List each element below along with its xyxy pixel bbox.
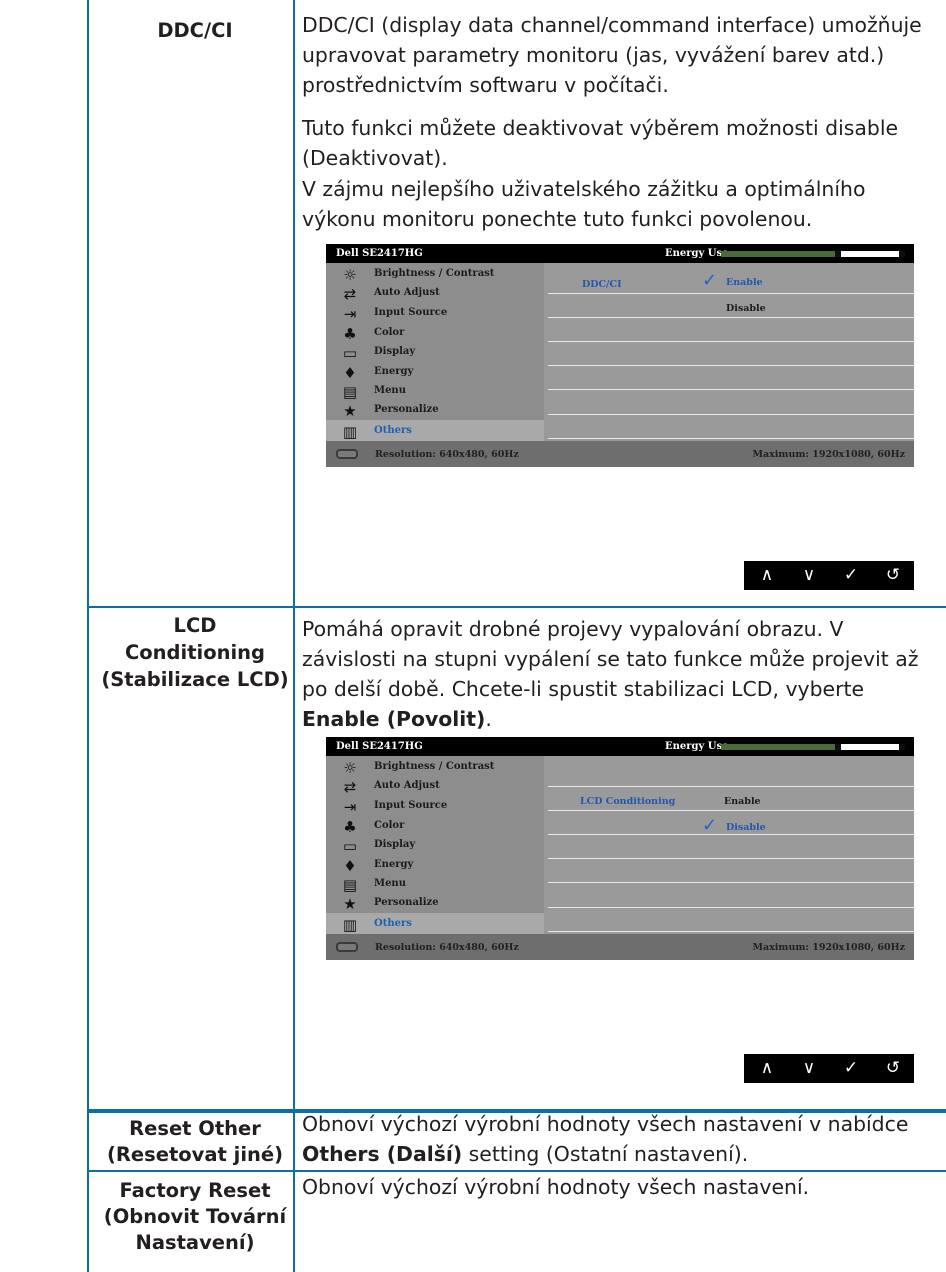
osd-main-menu: ☼ Brightness / Contrast ⇄ Auto Adjust ⇥ Input…	[326, 756, 544, 938]
ok-button[interactable]: ✓	[830, 1054, 872, 1083]
osd-menu-item-label: Personalize	[374, 404, 439, 416]
energy-level-marker	[841, 251, 899, 257]
up-button[interactable]: ∧	[746, 1054, 788, 1083]
personalize-icon: ★	[343, 895, 357, 914]
osd-menu-ddc: Dell SE2417HG Energy Use ☼ Brightness / C…	[326, 244, 914, 467]
energy-use-label: Energy Use	[665, 248, 729, 259]
reset-other-description: Obnoví výchozí výrobní hodnoty všech nas…	[302, 1112, 909, 1166]
osd-value-enable[interactable]: Enable	[724, 796, 761, 807]
energy-use-meter	[721, 744, 905, 750]
osd-value-enable[interactable]: Enable	[726, 277, 763, 288]
osd-nav-buttons: ∧ ∨ ✓ ↺	[744, 1054, 914, 1083]
osd-menu-item-label: Input Source	[374, 800, 448, 812]
osd-menu-item-label: Display	[374, 838, 416, 850]
osd-menu-item-label: Auto Adjust	[374, 780, 440, 792]
osd-value-disable[interactable]: Disable	[726, 303, 766, 314]
row-divider	[89, 606, 946, 608]
energy-level-fill	[721, 251, 835, 257]
osd-menu-item-label: Energy	[374, 858, 414, 870]
back-button[interactable]: ↺	[872, 561, 914, 590]
energy-level-fill	[721, 744, 835, 750]
up-button[interactable]: ∧	[746, 561, 788, 590]
enable-emphasis: Enable (Povolit)	[302, 707, 486, 731]
factory-reset-label: Factory Reset (Obnovit Tovární Nastavení…	[103, 1179, 287, 1254]
others-icon: ▥	[342, 423, 358, 442]
table-column-divider	[293, 0, 295, 1272]
osd-menu-item-label: Menu	[374, 878, 406, 890]
display-icon: ▭	[342, 836, 358, 855]
osd-menu-item-label: Personalize	[374, 897, 439, 909]
osd-menu-item-label: Color	[374, 326, 405, 338]
osd-menu-item-label: Color	[374, 819, 405, 831]
factory-reset-description: Obnoví výchozí výrobní hodnoty všech nas…	[302, 1175, 810, 1199]
osd-menu-lcd: Dell SE2417HG Energy Use ☼ Brightness / C…	[326, 737, 914, 960]
osd-menu-item-label: Auto Adjust	[374, 287, 440, 299]
down-button[interactable]: ∨	[788, 561, 830, 590]
vga-connector-icon	[336, 942, 358, 952]
down-button[interactable]: ∨	[788, 1054, 830, 1083]
table-left-border	[87, 0, 89, 1272]
osd-value-disable[interactable]: Disable	[726, 822, 766, 833]
lcd-conditioning-label: LCD Conditioning (Stabilizace LCD)	[101, 614, 289, 691]
ddc-ci-recommendation: V zájmu nejlepšího uživatelského zážitku…	[302, 177, 866, 231]
back-button[interactable]: ↺	[872, 1054, 914, 1083]
auto-adjust-icon: ⇄	[343, 778, 357, 797]
personalize-icon: ★	[343, 402, 357, 421]
osd-submenu-panel: DDC/CI ✓ Enable Disable	[544, 263, 914, 441]
osd-menu-item-label: Menu	[374, 385, 406, 397]
osd-menu-item-label: Input Source	[374, 307, 448, 319]
osd-menu-item-label: Brightness / Contrast	[374, 268, 495, 279]
maximum-resolution-text: Maximum: 1920x1080, 60Hz	[752, 449, 905, 460]
osd-menu-item-label: Others	[374, 425, 412, 437]
osd-menu-item-label: Display	[374, 345, 416, 357]
osd-main-menu: ☼ Brightness / Contrast ⇄ Auto Adjust ⇥ Input…	[326, 263, 544, 445]
osd-menu-item-label: Brightness / Contrast	[374, 761, 495, 772]
auto-adjust-icon: ⇄	[343, 285, 357, 304]
checkmark-icon: ✓	[702, 270, 718, 291]
lcd-conditioning-description: Pomáhá opravit drobné projevy vypalování…	[302, 617, 919, 731]
osd-submenu-panel: LCD Conditioning Enable ✓ Disable	[544, 756, 914, 934]
monitor-model: Dell SE2417HG	[336, 741, 423, 752]
energy-use-meter	[721, 251, 905, 257]
ddc-ci-disable-note: Tuto funkci můžete deaktivovat výběrem m…	[302, 116, 899, 170]
ddc-ci-label: DDC/CI	[157, 19, 233, 42]
osd-title-bar: Dell SE2417HG Energy Use	[326, 244, 914, 263]
resolution-text: Resolution: 640x480, 60Hz	[375, 942, 519, 953]
display-icon: ▭	[342, 343, 358, 362]
ddc-ci-description: DDC/CI (display data channel/command int…	[302, 13, 922, 97]
osd-title-bar: Dell SE2417HG Energy Use	[326, 737, 914, 756]
osd-option-lcd-conditioning[interactable]: LCD Conditioning	[580, 796, 675, 807]
monitor-model: Dell SE2417HG	[336, 248, 423, 259]
osd-footer: Resolution: 640x480, 60Hz Maximum: 1920x…	[326, 934, 914, 960]
energy-level-marker	[841, 744, 899, 750]
checkmark-icon: ✓	[702, 815, 718, 836]
vga-connector-icon	[336, 449, 358, 459]
others-emphasis: Others (Další)	[302, 1142, 463, 1166]
osd-menu-item-label: Energy	[374, 365, 414, 377]
resolution-text: Resolution: 640x480, 60Hz	[375, 449, 519, 460]
maximum-resolution-text: Maximum: 1920x1080, 60Hz	[752, 942, 905, 953]
ok-button[interactable]: ✓	[830, 561, 872, 590]
osd-footer: Resolution: 640x480, 60Hz Maximum: 1920x…	[326, 441, 914, 467]
osd-option-ddc-ci[interactable]: DDC/CI	[582, 279, 622, 290]
energy-use-label: Energy Use	[665, 741, 729, 752]
osd-menu-item-label: Others	[374, 918, 412, 930]
osd-nav-buttons: ∧ ∨ ✓ ↺	[744, 561, 914, 590]
reset-other-label: Reset Other (Resetovat jiné)	[106, 1117, 284, 1166]
others-icon: ▥	[342, 916, 358, 935]
